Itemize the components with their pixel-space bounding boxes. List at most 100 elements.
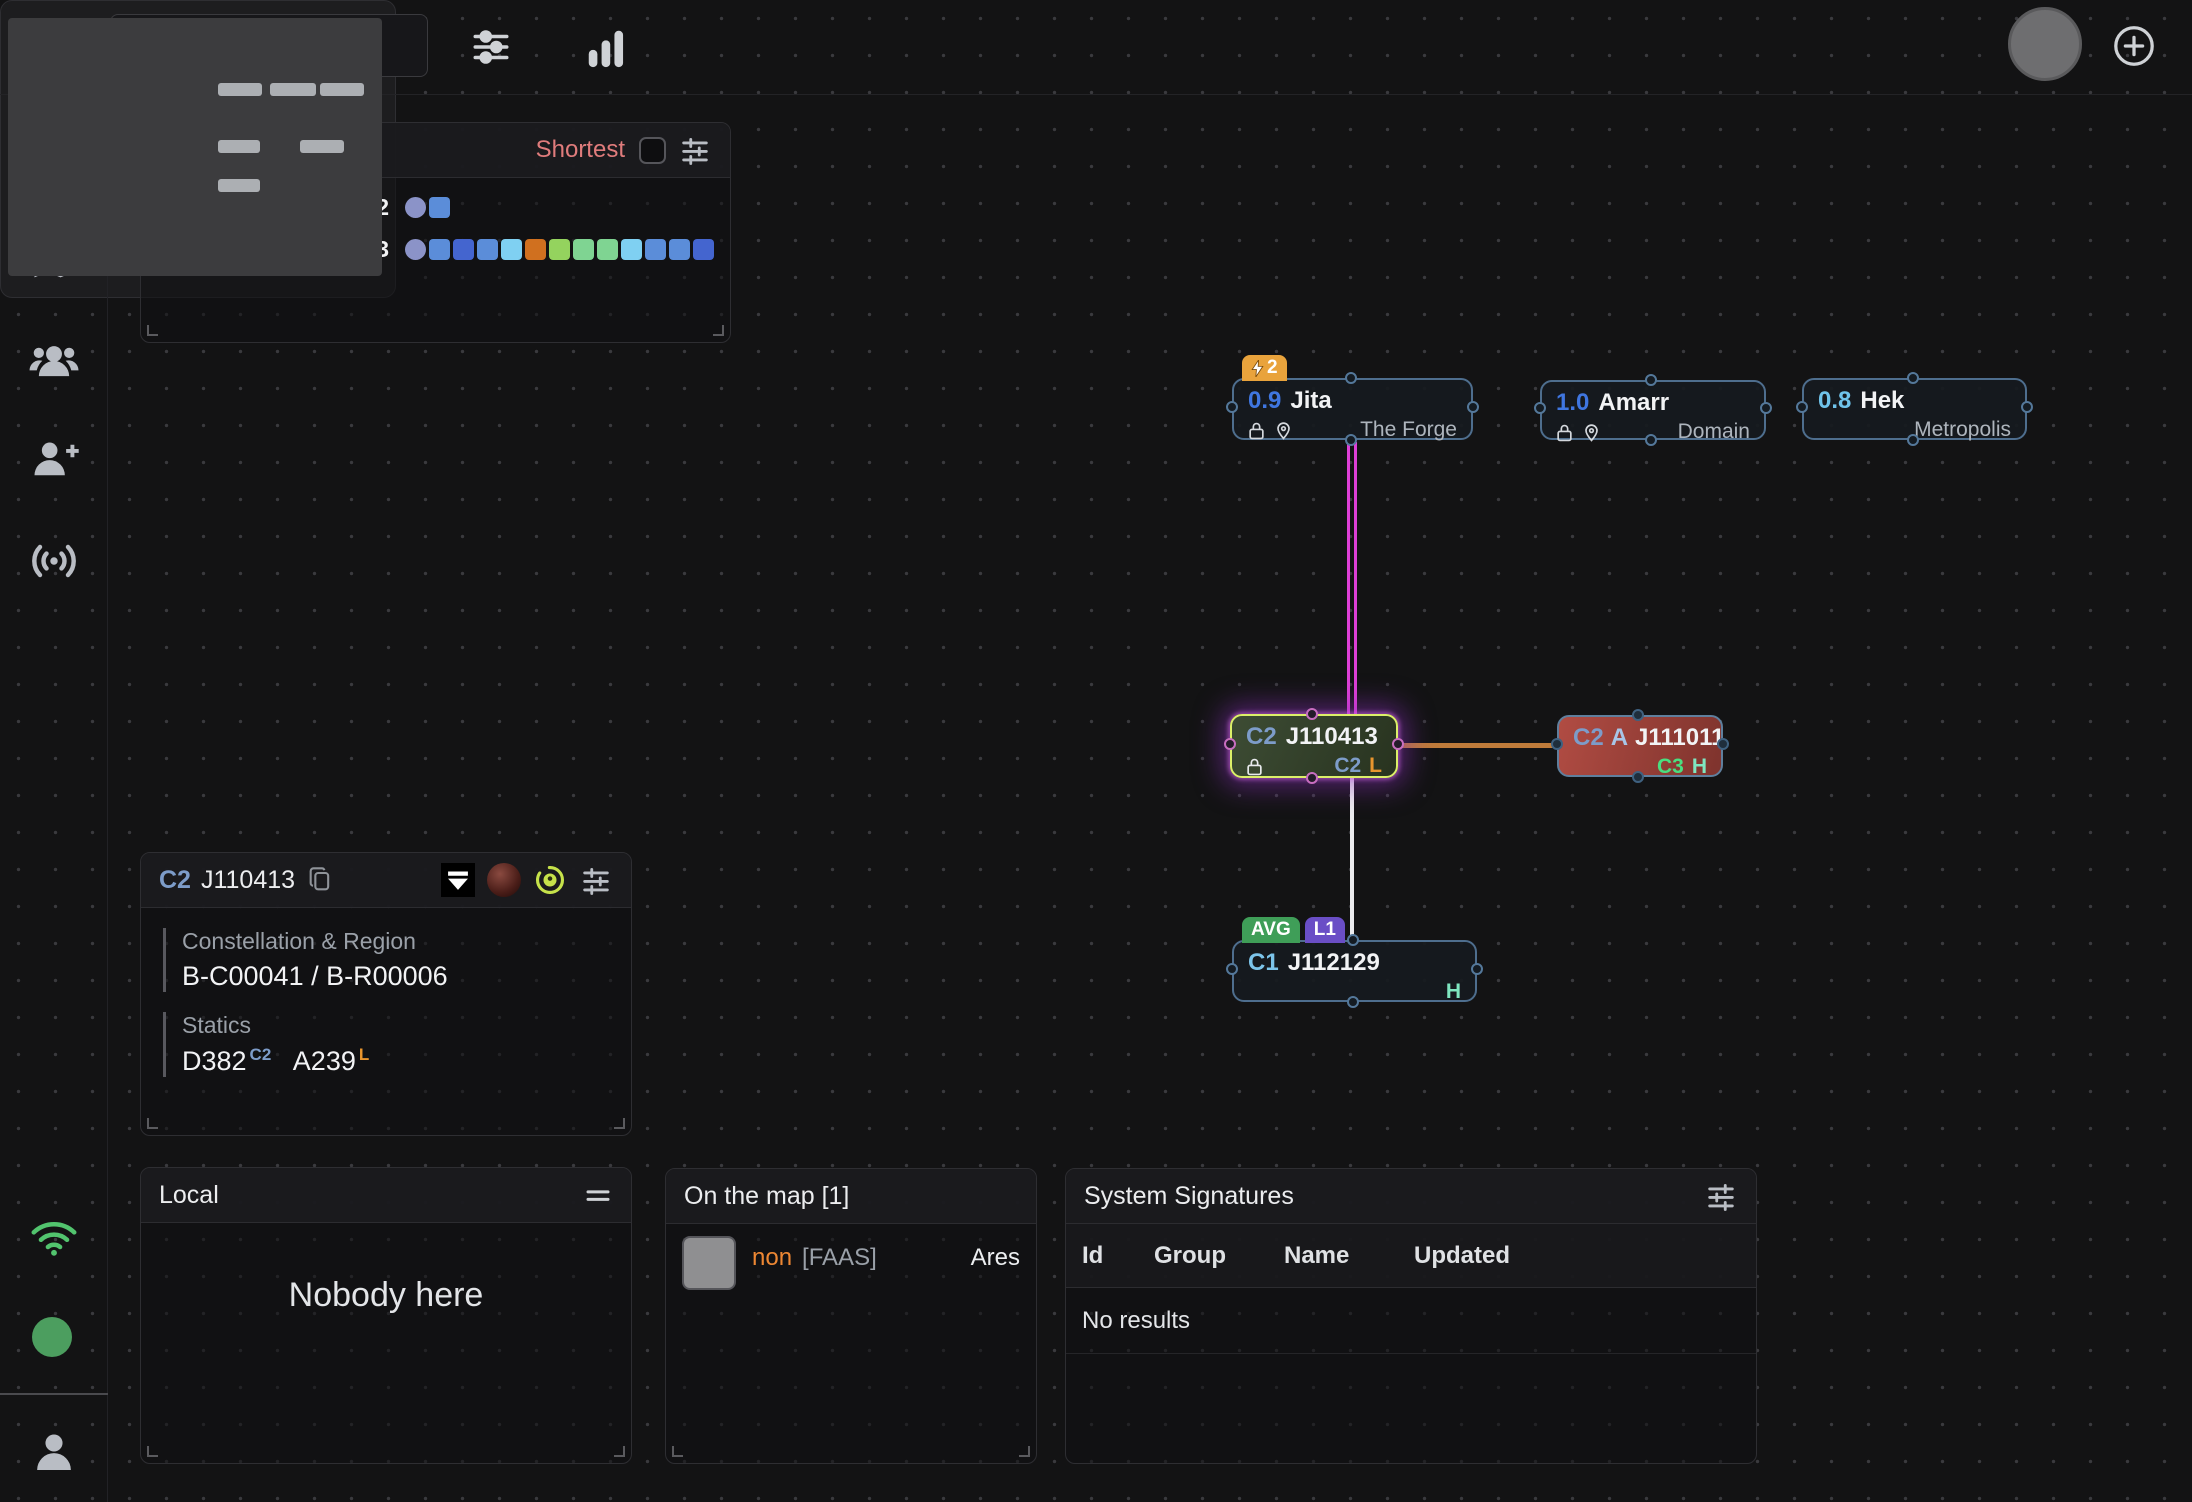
resize-handle[interactable]	[713, 325, 724, 336]
collapse-icon[interactable]	[583, 1180, 613, 1210]
minimap-panel[interactable]	[0, 0, 396, 298]
handle-bottom[interactable]	[1306, 772, 1318, 784]
resize-handle[interactable]	[147, 1118, 158, 1129]
add-icon[interactable]	[2108, 20, 2160, 72]
system-name: Jita	[1290, 387, 1331, 415]
handle-left[interactable]	[1224, 738, 1236, 750]
route-path-chips	[405, 239, 714, 260]
security-status: 1.0	[1556, 389, 1589, 417]
lock-icon	[1246, 757, 1263, 776]
constellation-region-section: Constellation & Region B-C00041 / B-R000…	[163, 928, 631, 992]
handle-right[interactable]	[1467, 401, 1479, 413]
filter-sliders-icon[interactable]	[468, 24, 514, 70]
handle-right[interactable]	[1717, 738, 1729, 750]
effect: H	[1446, 980, 1461, 1004]
resize-handle[interactable]	[147, 325, 158, 336]
static-effect: L	[359, 1045, 369, 1064]
broadcast-icon[interactable]	[0, 533, 108, 589]
handle-top[interactable]	[1645, 374, 1657, 386]
handle-left[interactable]	[1226, 963, 1238, 975]
handle-left[interactable]	[1551, 738, 1563, 750]
connection-jita-j110413[interactable]	[1347, 442, 1357, 715]
system-name: Hek	[1860, 387, 1904, 415]
handle-bottom[interactable]	[1907, 434, 1919, 446]
signatures-title: System Signatures	[1084, 1182, 1294, 1211]
handle-bottom[interactable]	[1345, 434, 1357, 446]
route-path-chips	[405, 197, 450, 218]
handle-top[interactable]	[1347, 934, 1359, 946]
constellation-region-label: Constellation & Region	[182, 928, 631, 955]
node-j112129[interactable]: AVG L1 C1J112129 H	[1232, 940, 1477, 1002]
handle-left[interactable]	[1534, 402, 1546, 414]
location-icon	[1275, 421, 1292, 440]
system-name: J110413	[201, 866, 295, 895]
connection-j110413-j111011[interactable]	[1398, 743, 1557, 748]
handle-top[interactable]	[1907, 372, 1919, 384]
avg-badge: AVG	[1242, 917, 1300, 943]
system-signatures-panel: System Signatures Id Group Name Updated …	[1065, 1168, 1757, 1464]
planet-thumbnail[interactable]	[487, 863, 521, 897]
resize-handle[interactable]	[1019, 1446, 1030, 1457]
add-character-icon[interactable]	[0, 433, 108, 485]
minimap-node	[320, 83, 364, 96]
local-panel: Local Nobody here	[140, 1167, 632, 1464]
static-effect: H	[1692, 755, 1707, 779]
handle-left[interactable]	[1226, 401, 1238, 413]
security-status: 0.8	[1818, 387, 1851, 415]
handle-bottom[interactable]	[1347, 996, 1359, 1008]
system-name: Amarr	[1598, 389, 1669, 417]
observatory-icon[interactable]	[533, 863, 567, 897]
copy-icon[interactable]	[307, 866, 333, 894]
minimap-node	[218, 179, 260, 192]
region-name: Metropolis	[1914, 418, 2011, 442]
user-avatar[interactable]	[2008, 7, 2082, 81]
connection-j110413-j112129[interactable]	[1350, 778, 1354, 940]
characters-icon[interactable]	[0, 333, 108, 389]
user-icon[interactable]	[0, 1425, 108, 1479]
location-icon	[1583, 423, 1600, 442]
info-settings-icon[interactable]	[579, 863, 613, 897]
handle-right[interactable]	[1392, 738, 1404, 750]
minimap-viewport[interactable]	[8, 18, 382, 276]
static-class: C3	[1657, 755, 1684, 779]
connection-icon	[0, 1211, 108, 1265]
node-amarr[interactable]: 1.0Amarr Domain	[1540, 380, 1766, 440]
statics-value: D382C2 A239L	[182, 1045, 631, 1077]
resize-handle[interactable]	[614, 1446, 625, 1457]
system-name: J110413	[1286, 723, 1378, 751]
wormhole-class: C2	[1573, 724, 1604, 752]
resize-handle[interactable]	[614, 1118, 625, 1129]
handle-bottom[interactable]	[1645, 434, 1657, 446]
local-title: Local	[159, 1181, 219, 1210]
handle-top[interactable]	[1632, 709, 1644, 721]
signatures-settings-icon[interactable]	[1704, 1179, 1738, 1213]
handle-bottom[interactable]	[1632, 771, 1644, 783]
routes-settings-icon[interactable]	[678, 133, 712, 167]
resize-handle[interactable]	[672, 1446, 683, 1457]
node-jita[interactable]: 2 0.9Jita The Forge	[1232, 378, 1473, 440]
handle-right[interactable]	[1760, 402, 1772, 414]
col-group[interactable]: Group	[1154, 1242, 1284, 1270]
static-class: C2	[250, 1045, 272, 1064]
pilot-portrait	[682, 1236, 736, 1290]
col-name[interactable]: Name	[1284, 1242, 1414, 1270]
handle-top[interactable]	[1306, 708, 1318, 720]
col-updated[interactable]: Updated	[1414, 1242, 1564, 1270]
pilot-row[interactable]: non [FAAS] Ares	[666, 1224, 1036, 1302]
node-j110413-selected[interactable]: C2J110413 C2L	[1230, 714, 1398, 778]
resize-handle[interactable]	[147, 1446, 158, 1457]
stats-icon[interactable]	[580, 22, 632, 74]
sov-icon[interactable]	[441, 863, 475, 897]
col-id[interactable]: Id	[1082, 1242, 1154, 1270]
handle-right[interactable]	[2021, 401, 2033, 413]
node-hek[interactable]: 0.8 Hek Metropolis	[1802, 378, 2027, 440]
status-online-dot	[32, 1317, 72, 1357]
handle-left[interactable]	[1796, 401, 1808, 413]
handle-right[interactable]	[1471, 963, 1483, 975]
static-code: A239	[293, 1046, 356, 1076]
shortest-label: Shortest	[536, 136, 625, 164]
node-j111011[interactable]: C2AJ111011 C3H	[1557, 715, 1723, 777]
signatures-empty-text: No results	[1066, 1288, 1756, 1354]
shortest-checkbox[interactable]	[639, 137, 666, 164]
handle-top[interactable]	[1345, 372, 1357, 384]
